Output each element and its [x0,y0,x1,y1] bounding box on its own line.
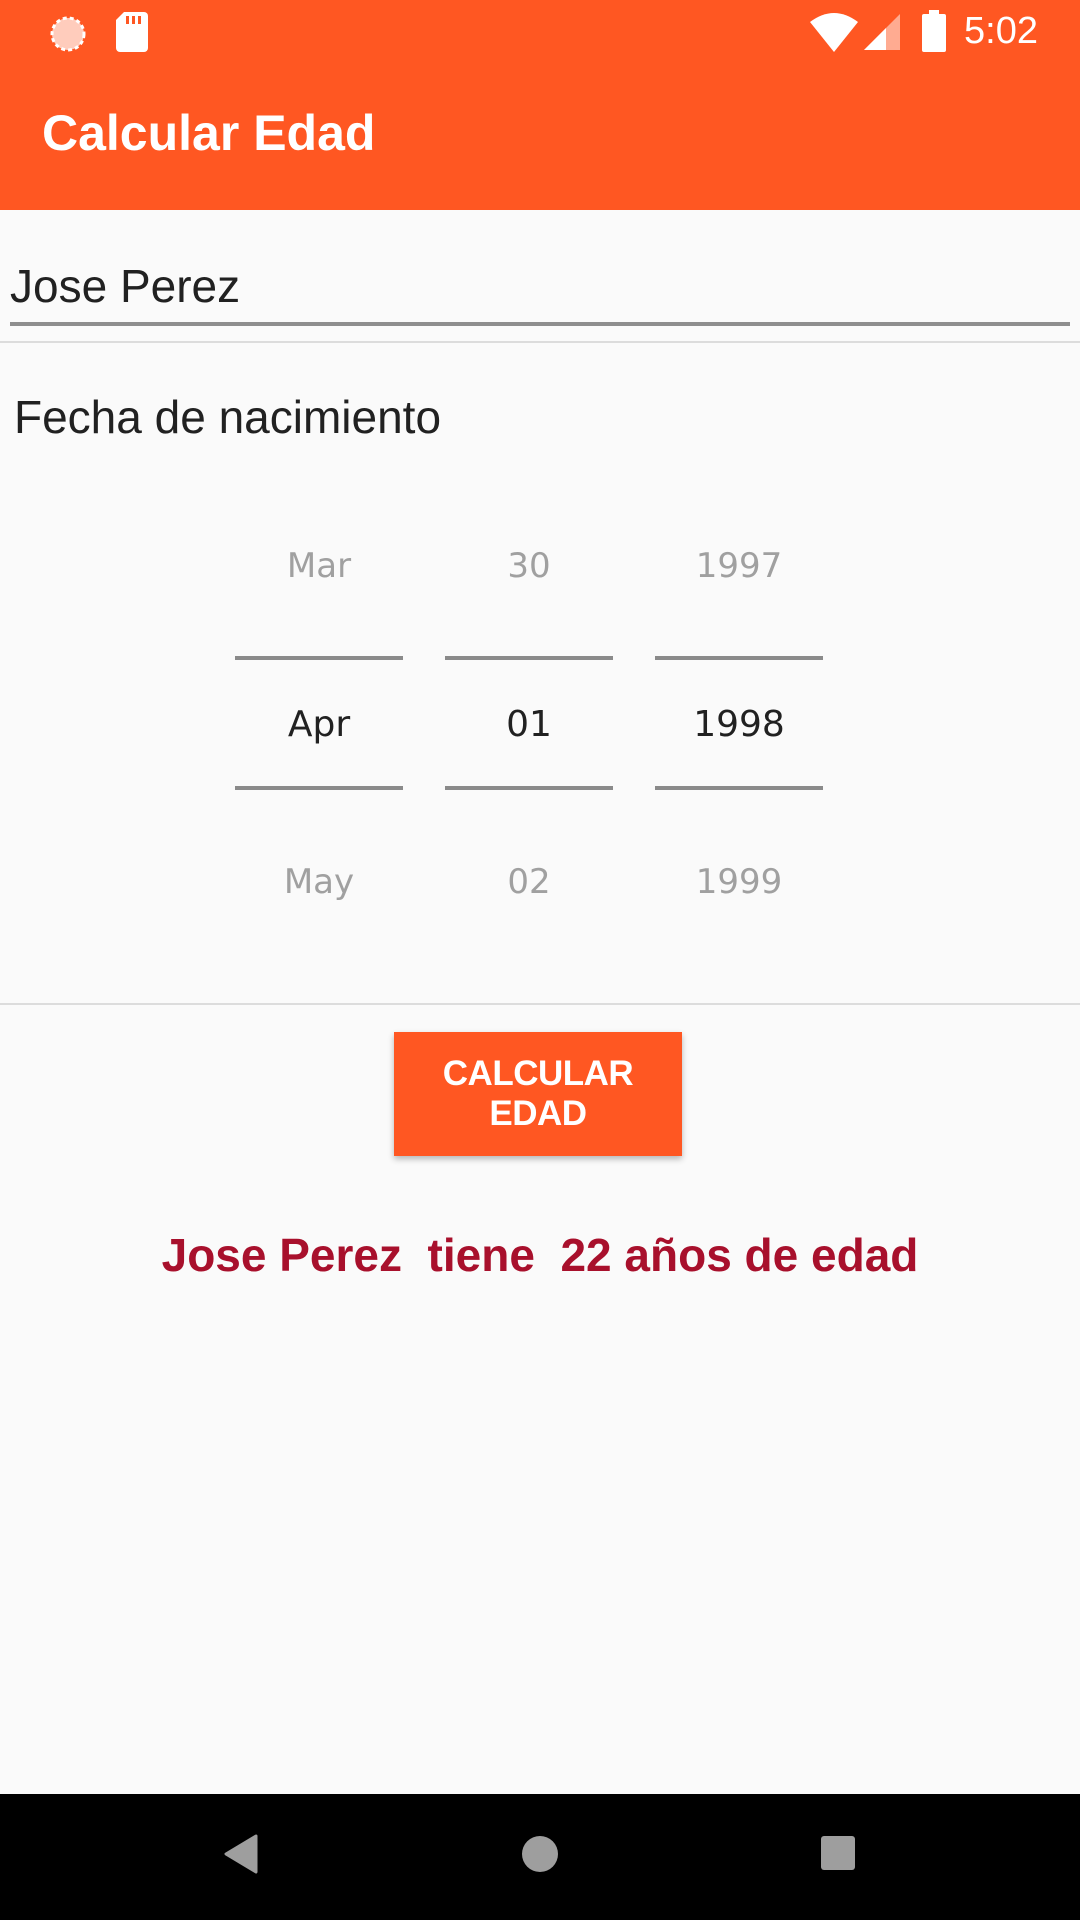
recents-icon[interactable] [820,1835,856,1871]
birthdate-label: Fecha de nacimiento [14,391,442,443]
month-picker[interactable]: Mar Apr May [235,520,403,920]
year-picker[interactable]: 1997 1998 1999 [655,520,823,920]
divider [0,1003,1080,1005]
picker-divider [235,656,403,660]
day-prev[interactable]: 30 [445,546,613,586]
year-prev[interactable]: 1997 [655,546,823,586]
battery-icon [922,10,946,52]
picker-divider [445,656,613,660]
day-selected[interactable]: 01 [445,704,613,745]
month-prev[interactable]: Mar [235,546,403,586]
picker-divider [655,656,823,660]
sync-icon [50,16,86,52]
cell-signal-icon [864,14,900,50]
sd-card-icon [116,12,148,52]
year-next[interactable]: 1999 [655,862,823,902]
app-bar: Calcular Edad [0,66,1080,210]
month-selected[interactable]: Apr [235,704,403,745]
name-input[interactable] [10,250,1070,326]
calculate-age-button[interactable]: CALCULAR EDAD [394,1032,682,1156]
day-picker[interactable]: 30 01 02 [445,520,613,920]
navigation-bar [0,1794,1080,1920]
divider [0,341,1080,343]
picker-divider [445,786,613,790]
year-selected[interactable]: 1998 [655,704,823,745]
picker-divider [655,786,823,790]
day-next[interactable]: 02 [445,862,613,902]
back-icon[interactable] [222,1834,258,1874]
picker-divider [235,786,403,790]
result-text: Jose Perez tiene 22 años de edad [161,1229,919,1281]
home-icon[interactable] [520,1834,560,1874]
status-time: 5:02 [964,10,1038,52]
app-title: Calcular Edad [42,105,376,161]
month-next[interactable]: May [235,862,403,902]
wifi-icon [810,13,858,52]
status-bar: 5:02 [0,0,1080,66]
